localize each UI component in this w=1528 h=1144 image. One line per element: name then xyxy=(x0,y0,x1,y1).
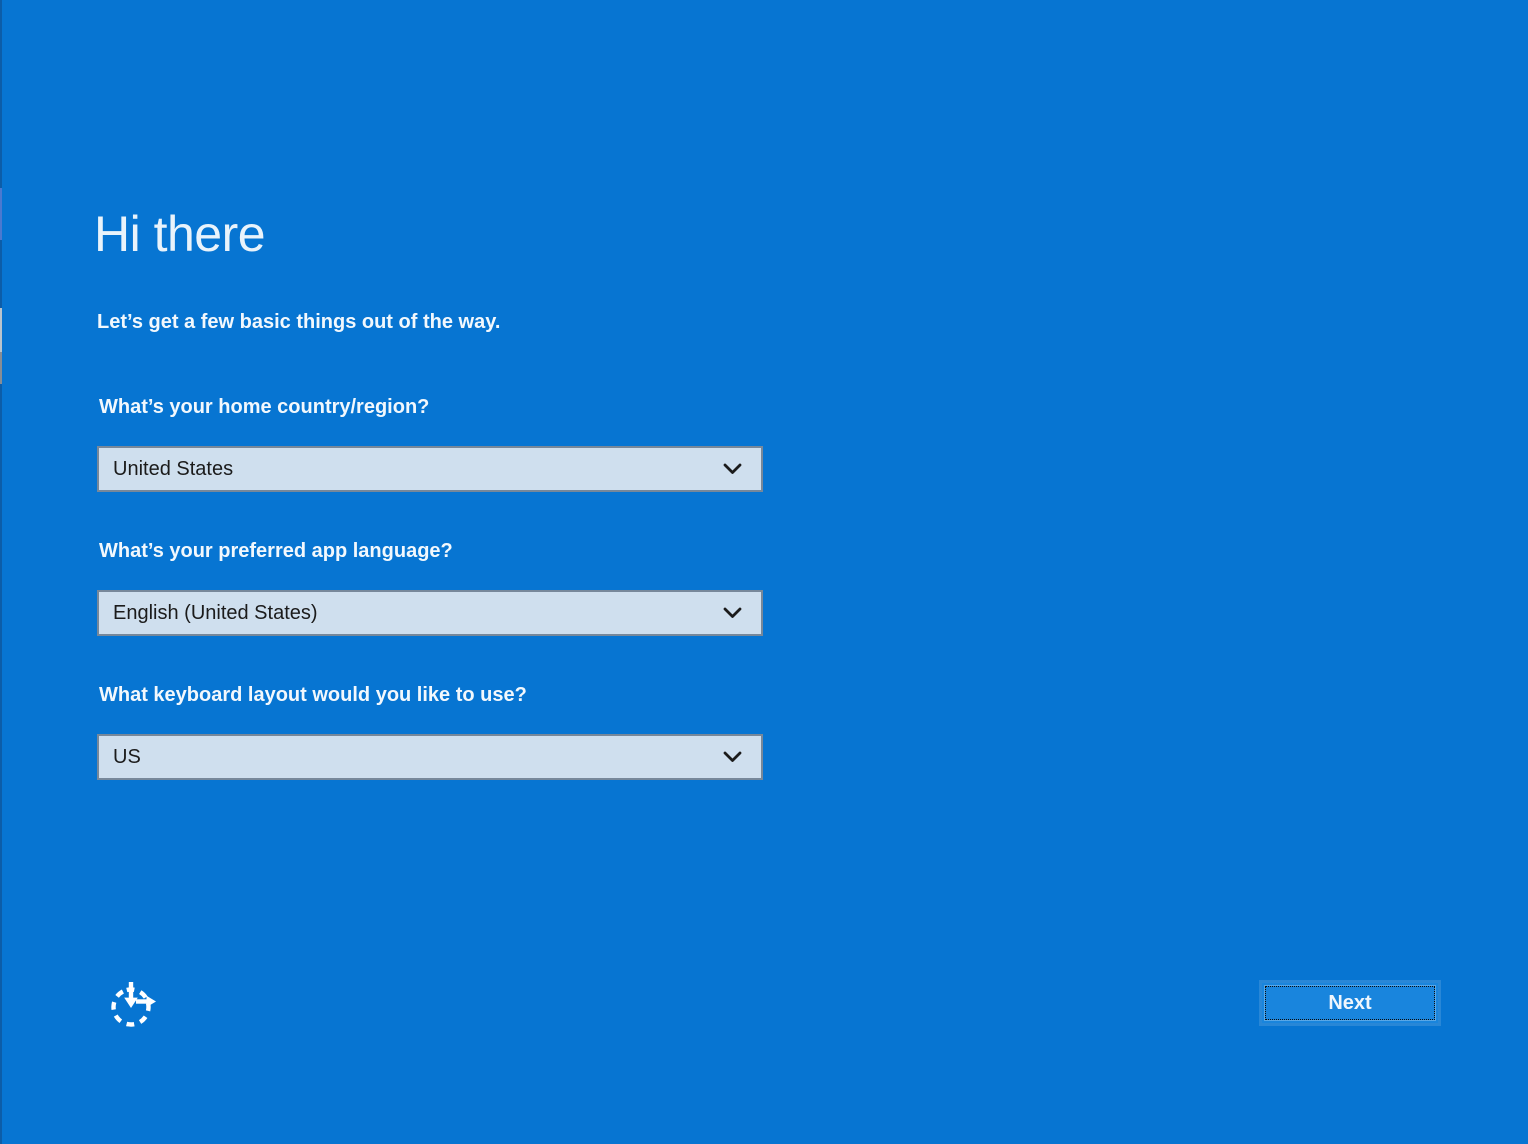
keyboard-layout-value: US xyxy=(99,746,709,769)
keyboard-layout-label: What keyboard layout would you like to u… xyxy=(99,684,527,707)
ease-of-access-icon xyxy=(106,979,160,1032)
main-content: Hi there Let’s get a few basic things ou… xyxy=(0,0,1528,1144)
next-button[interactable]: Next xyxy=(1262,983,1438,1023)
app-language-dropdown[interactable]: English (United States) xyxy=(97,590,763,636)
chevron-down-icon xyxy=(709,751,755,763)
page-title: Hi there xyxy=(94,205,265,263)
keyboard-layout-dropdown[interactable]: US xyxy=(97,734,763,780)
country-region-label: What’s your home country/region? xyxy=(99,396,429,419)
app-language-label: What’s your preferred app language? xyxy=(99,540,453,563)
chevron-down-icon xyxy=(709,607,755,619)
oobe-setup-screen: Hi there Let’s get a few basic things ou… xyxy=(0,0,1528,1144)
ease-of-access-button[interactable] xyxy=(104,978,162,1032)
page-subtitle: Let’s get a few basic things out of the … xyxy=(97,311,500,334)
country-region-dropdown[interactable]: United States xyxy=(97,446,763,492)
app-language-value: English (United States) xyxy=(99,602,709,625)
country-region-value: United States xyxy=(99,458,709,481)
chevron-down-icon xyxy=(709,463,755,475)
